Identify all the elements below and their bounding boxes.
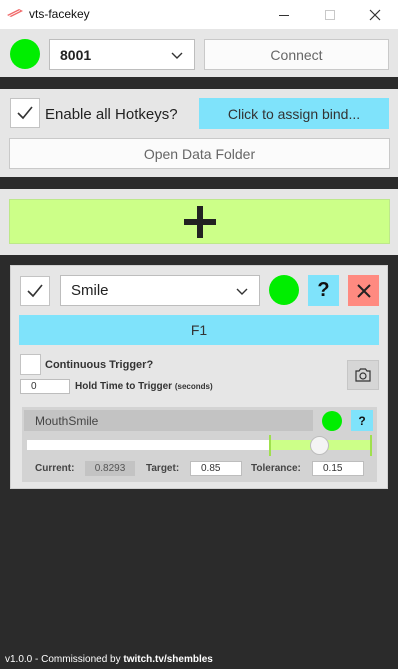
tolerance-input[interactable]: 0.15: [312, 461, 364, 476]
camera-button[interactable]: [347, 360, 379, 390]
chevron-down-icon: [171, 52, 183, 59]
expression-value: Smile: [71, 282, 109, 299]
delete-hotkey-button[interactable]: [348, 275, 379, 306]
parameter-panel: MouthSmile ? Current: 0.8293 Target: 0.8…: [22, 407, 377, 482]
tolerance-label: Tolerance:: [251, 463, 301, 474]
slider-handle[interactable]: [310, 436, 330, 455]
camera-icon: [355, 368, 371, 382]
help-button[interactable]: ?: [308, 275, 339, 306]
port-select[interactable]: 8001: [49, 39, 195, 70]
help-label: ?: [317, 279, 330, 301]
version-text: v1.0.0 - Commissioned by: [5, 654, 124, 665]
open-data-folder-label: Open Data Folder: [143, 145, 256, 162]
expression-select[interactable]: Smile: [60, 275, 260, 306]
add-hotkey-button[interactable]: [9, 199, 390, 244]
hold-time-input[interactable]: 0: [20, 379, 70, 394]
connect-button[interactable]: Connect: [204, 39, 389, 70]
minimize-icon: [279, 14, 289, 16]
hotkeys-panel: Enable all Hotkeys? Click to assign bind…: [0, 89, 398, 177]
hotkey-bind-label: F1: [190, 322, 208, 338]
continuous-trigger-checkbox[interactable]: [20, 354, 41, 375]
connection-panel: 8001 Connect: [0, 29, 398, 77]
current-value: 0.8293: [94, 463, 126, 474]
hotkey-enabled-checkbox[interactable]: [20, 276, 50, 306]
minimize-button[interactable]: [261, 0, 307, 29]
checkmark-icon: [27, 284, 43, 298]
hold-time-label: Hold Time to Trigger (seconds): [75, 381, 213, 392]
maximize-button[interactable]: [307, 0, 353, 29]
plus-icon: [183, 205, 216, 238]
chevron-down-icon: [236, 288, 248, 295]
hotkey-status-indicator: [269, 275, 299, 305]
close-icon: [356, 283, 371, 298]
target-value: 0.85: [201, 463, 221, 474]
hold-time-unit: (seconds): [174, 382, 213, 391]
enable-hotkeys-checkbox[interactable]: [10, 98, 40, 128]
parameter-help-button[interactable]: ?: [351, 410, 373, 431]
assign-bind-button[interactable]: Click to assign bind...: [199, 98, 389, 129]
close-window-button[interactable]: [352, 0, 398, 29]
current-value-field: 0.8293: [85, 461, 135, 476]
title-bar: vts-facekey: [0, 0, 398, 29]
parameter-help-label: ?: [358, 413, 366, 428]
enable-hotkeys-label: Enable all Hotkeys?: [45, 106, 178, 123]
twitch-link[interactable]: twitch.tv/shembles: [123, 654, 212, 665]
current-label: Current:: [35, 463, 75, 474]
hotkey-bind-button[interactable]: F1: [19, 315, 379, 345]
tolerance-right-marker: [370, 435, 372, 456]
target-input[interactable]: 0.85: [190, 461, 242, 476]
close-icon: [369, 9, 381, 20]
app-logo-icon: [7, 9, 23, 17]
tolerance-value: 0.15: [323, 463, 343, 474]
connection-status-indicator: [10, 39, 40, 69]
tolerance-left-marker: [268, 435, 271, 456]
maximize-icon: [325, 9, 335, 20]
continuous-trigger-label: Continuous Trigger?: [45, 359, 154, 371]
hold-time-value: 0: [31, 381, 37, 392]
window-title: vts-facekey: [29, 7, 90, 21]
target-label: Target:: [146, 463, 180, 474]
hold-time-text: Hold Time to Trigger: [75, 381, 173, 392]
parameter-name: MouthSmile: [35, 413, 99, 428]
assign-bind-label: Click to assign bind...: [227, 105, 361, 122]
footer-credit: v1.0.0 - Commissioned by twitch.tv/shemb…: [5, 654, 213, 665]
open-data-folder-button[interactable]: Open Data Folder: [9, 138, 390, 169]
add-panel: [0, 189, 398, 255]
parameter-status-indicator: [322, 411, 342, 431]
port-value: 8001: [60, 46, 92, 63]
connect-label: Connect: [270, 46, 323, 63]
target-slider[interactable]: [27, 435, 372, 456]
hotkey-card: Smile ? F1 Continuous Trigger? 0 Hold Ti…: [10, 265, 388, 489]
checkmark-icon: [17, 106, 33, 120]
parameter-select[interactable]: MouthSmile: [24, 410, 313, 431]
